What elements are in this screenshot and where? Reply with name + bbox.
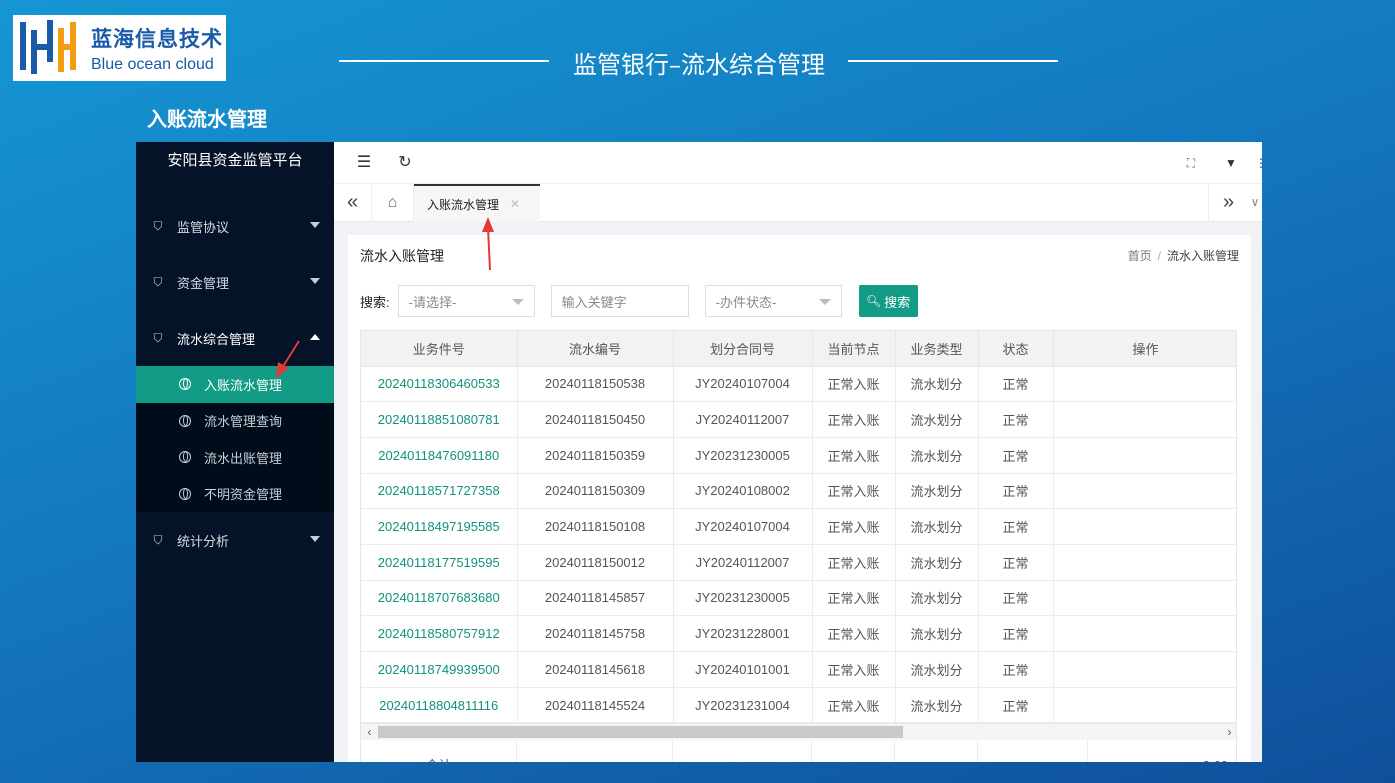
arrow-to-tab (482, 217, 494, 271)
annotation-arrows (276, 217, 494, 378)
arrow-to-menu-item (276, 340, 300, 378)
